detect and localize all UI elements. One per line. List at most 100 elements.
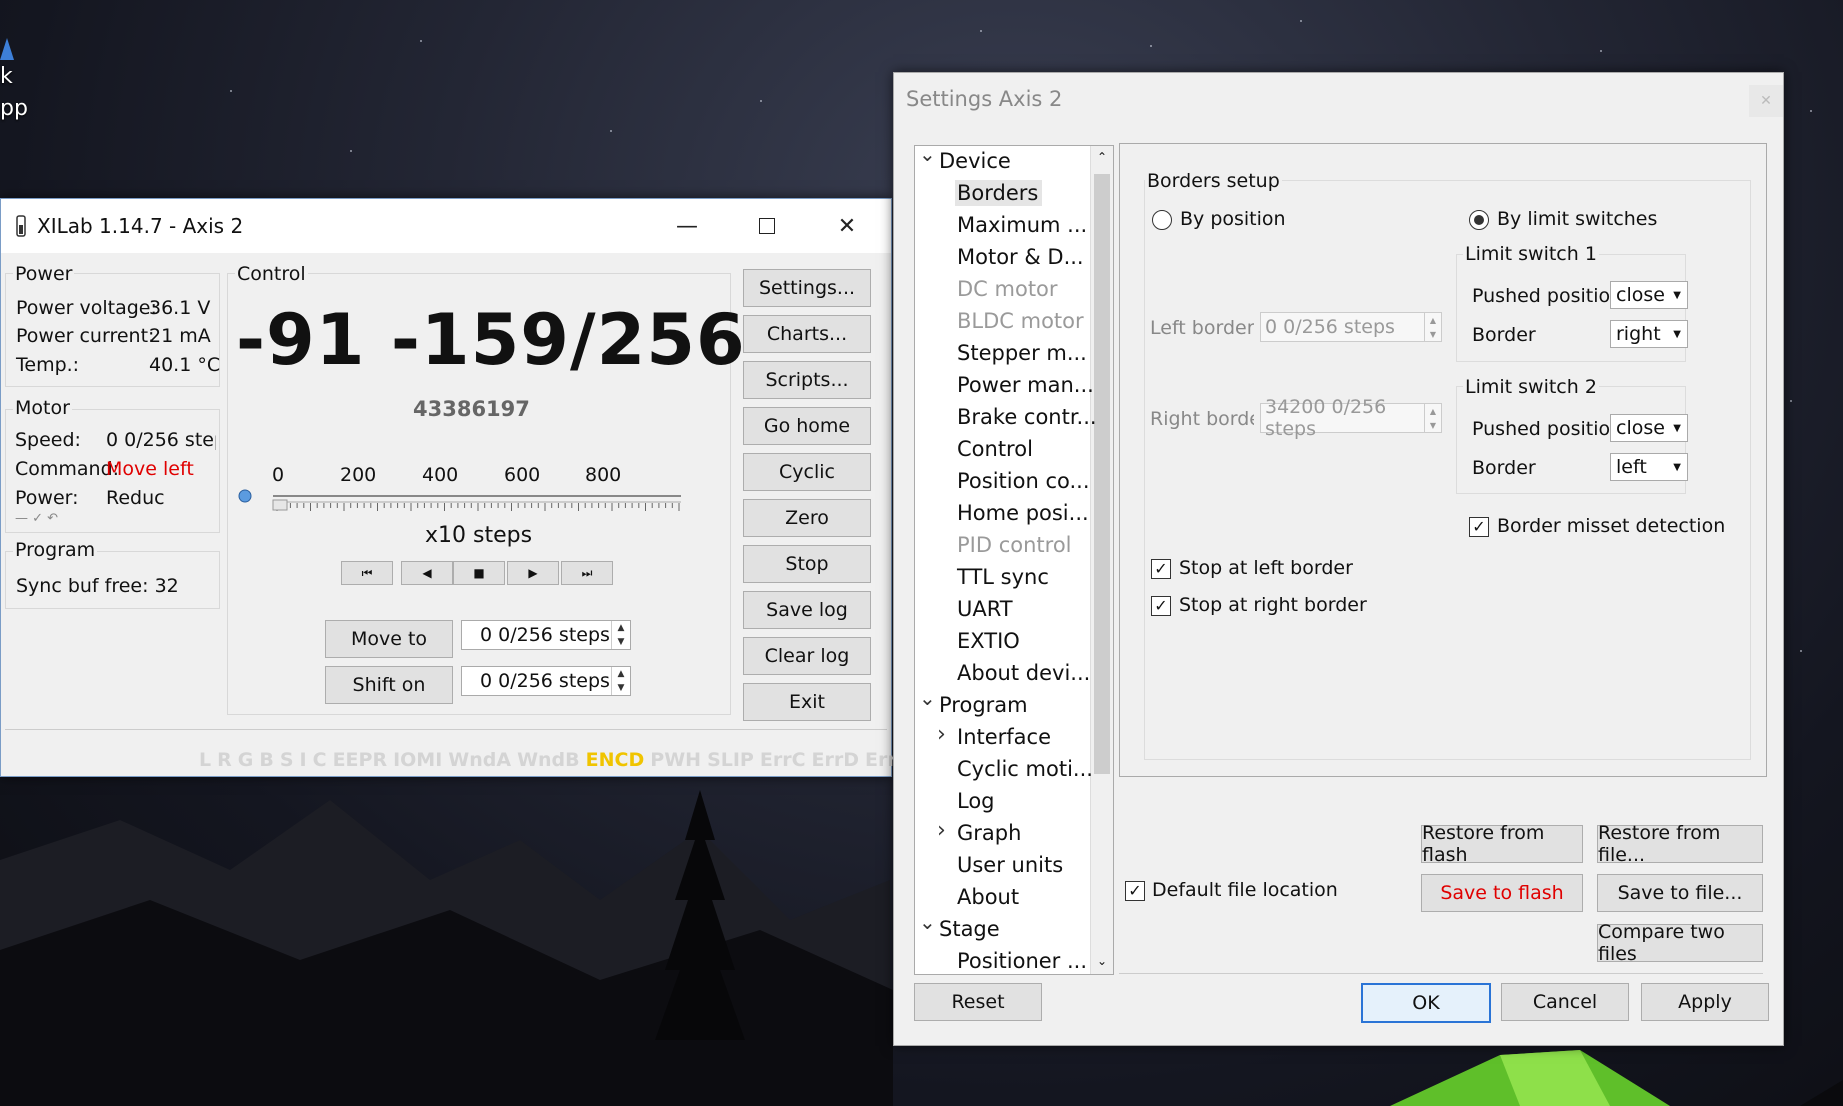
move-to-button[interactable]: Move to [325,620,453,658]
scroll-up-arrow[interactable]: ⌃ [1091,150,1113,164]
scripts-button[interactable]: Scripts... [743,361,871,399]
tree-item-motor-d[interactable]: Motor & D... [955,244,1086,270]
tree-item-extio[interactable]: EXTIO [955,628,1022,654]
slider-tick-400: 400 [422,464,459,486]
status-flag-pwh: PWH [650,749,702,771]
tree-item-stage[interactable]: Stage [937,916,1002,942]
settings-tree[interactable]: ⌃ ⌄ Device ⌄ Borders Maximum ... Motor & D..… [914,145,1114,975]
restore-from-file-button[interactable]: Restore from file... [1597,822,1763,866]
tree-item-pid-control[interactable]: PID control [955,532,1074,558]
tree-item-graph[interactable]: Graph [955,820,1023,846]
stop-button[interactable]: Stop [743,545,871,583]
tree-item-device[interactable]: Device [937,148,1013,174]
close-button[interactable]: ✕ [807,199,887,253]
settings-close-button[interactable]: ✕ [1749,85,1783,117]
tree-item-home-posi[interactable]: Home posi... [955,500,1091,526]
exit-button[interactable]: Exit [743,683,871,721]
status-flag-c: C [312,749,327,771]
move-to-spinner[interactable]: ▲ ▼ [611,621,630,649]
clear-log-button[interactable]: Clear log [743,637,871,675]
apply-button[interactable]: Apply [1641,983,1769,1021]
ls1-border-select[interactable]: right ▼ [1610,320,1688,348]
restore-from-flash-button[interactable]: Restore from flash [1421,822,1583,866]
xilab-title: XILab 1.14.7 - Axis 2 [37,214,244,238]
tree-item-uart[interactable]: UART [955,596,1015,622]
chevron-right-icon[interactable]: › [937,818,946,843]
slider-tick-200: 200 [340,464,377,486]
ls2-pushed-select[interactable]: close ▼ [1610,414,1688,442]
power-group-title: Power [13,263,75,285]
tree-item-about[interactable]: About [955,884,1021,910]
save-to-file-button[interactable]: Save to file... [1597,874,1763,912]
chevron-down-icon[interactable]: ⌄ [919,686,936,710]
ls1-pushed-select[interactable]: close ▼ [1610,281,1688,309]
compare-two-files-button[interactable]: Compare two files [1597,921,1763,965]
tree-item-about-devi[interactable]: About devi... [955,660,1092,686]
chevron-down-icon[interactable]: ⌄ [919,910,936,934]
settings-button[interactable]: Settings... [743,269,871,307]
chevron-down-icon: ▼ [1673,289,1681,301]
tree-item-power-man[interactable]: Power man... [955,372,1096,398]
desktop-app-icon[interactable] [0,38,14,60]
ls2-border-select[interactable]: left ▼ [1610,453,1688,481]
border-misset-checkbox[interactable]: ✓ [1469,517,1489,537]
status-flag-r: R [217,749,232,771]
motor-group-title: Motor [13,397,72,419]
tree-scroll-thumb[interactable] [1094,174,1110,774]
go-home-button[interactable]: Go home [743,407,871,445]
motor-power-label: Power: [15,487,79,509]
tree-item-dc-motor[interactable]: DC motor [955,276,1060,302]
tree-item-interface[interactable]: Interface [955,724,1053,750]
chevron-down-icon[interactable]: ⌄ [919,146,936,166]
tree-item-borders[interactable]: Borders [955,180,1043,206]
program-group-title: Program [13,539,98,561]
tree-item-log[interactable]: Log [955,788,997,814]
step-right-button[interactable]: ▶ [507,561,559,585]
stop-small-button[interactable]: ■ [453,561,505,585]
shift-on-spinner[interactable]: ▲ ▼ [611,667,630,695]
save-to-flash-button[interactable]: Save to flash [1421,874,1583,912]
charts-button[interactable]: Charts... [743,315,871,353]
tree-item-program[interactable]: Program [937,692,1030,718]
tree-item-position-co[interactable]: Position co... [955,468,1092,494]
tree-item-control[interactable]: Control [955,436,1035,462]
chevron-down-icon: ▼ [1673,328,1681,340]
stop-left-checkbox[interactable]: ✓ [1151,559,1171,579]
reset-button[interactable]: Reset [914,983,1042,1021]
chevron-right-icon[interactable]: › [937,722,946,747]
cancel-button[interactable]: Cancel [1501,983,1629,1021]
position-slider[interactable]: 0 200 400 600 800 [237,464,697,514]
scroll-down-arrow[interactable]: ⌄ [1091,954,1113,968]
desktop-icon-label-1[interactable]: k [0,64,13,89]
by-position-radio[interactable] [1152,210,1172,230]
zero-button[interactable]: Zero [743,499,871,537]
ok-button[interactable]: OK [1361,983,1491,1023]
stop-right-checkbox[interactable]: ✓ [1151,596,1171,616]
move-to-input[interactable]: 0 0/256 steps ▲ ▼ [461,620,631,650]
ls1-pushed-label: Pushed position [1472,285,1623,307]
tree-scrollbar[interactable]: ⌃ ⌄ [1090,146,1113,974]
tree-item-maximum[interactable]: Maximum ... [955,212,1089,238]
status-divider [5,729,887,730]
jump-left-button[interactable]: ⏮ [341,561,393,585]
shift-on-input[interactable]: 0 0/256 steps ▲ ▼ [461,666,631,696]
step-left-button[interactable]: ◀ [401,561,453,585]
by-limit-switches-radio[interactable] [1469,210,1489,230]
tree-item-bldc-motor[interactable]: BLDC motor [955,308,1086,334]
default-location-checkbox[interactable]: ✓ [1125,881,1145,901]
jump-right-button[interactable]: ⏭ [561,561,613,585]
tree-item-user-units[interactable]: User units [955,852,1065,878]
shift-on-button[interactable]: Shift on [325,666,453,704]
desktop-icon-label-2[interactable]: pp [0,96,28,121]
tree-item-ttl-sync[interactable]: TTL sync [955,564,1051,590]
tree-item-stepper-m[interactable]: Stepper m... [955,340,1089,366]
tree-item-positioner[interactable]: Positioner ... [955,948,1089,974]
save-log-button[interactable]: Save log [743,591,871,629]
minimize-button[interactable]: — [647,199,727,253]
tree-item-cyclic-moti[interactable]: Cyclic moti... [955,756,1095,782]
tree-item-brake-contr[interactable]: Brake contr... [955,404,1099,430]
cyclic-button[interactable]: Cyclic [743,453,871,491]
maximize-button[interactable] [727,199,807,253]
xilab-titlebar[interactable]: XILab 1.14.7 - Axis 2 — ✕ [1,199,891,253]
default-location-label: Default file location [1152,879,1338,901]
